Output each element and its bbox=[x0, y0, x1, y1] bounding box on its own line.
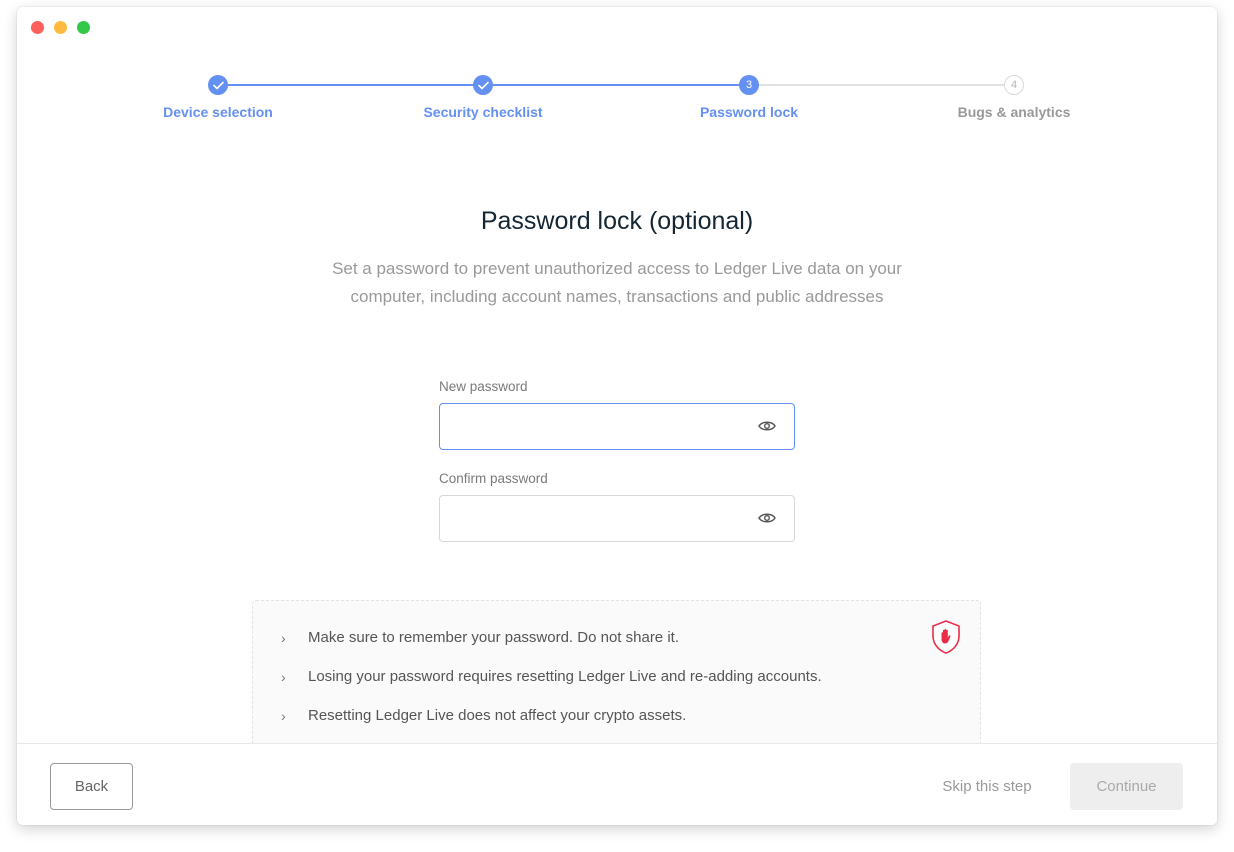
new-password-label: New password bbox=[439, 379, 528, 394]
step-4-marker: 4 bbox=[1004, 75, 1024, 95]
new-password-field bbox=[439, 403, 795, 450]
warning-item-3: › Resetting Ledger Live does not affect … bbox=[281, 707, 686, 724]
app-window: Device selection Security checklist 3 Pa… bbox=[17, 7, 1217, 825]
show-confirm-password-eye-icon[interactable] bbox=[758, 511, 776, 525]
minimize-window-button[interactable] bbox=[54, 21, 67, 34]
chevron-right-icon: › bbox=[281, 668, 286, 685]
footer-bar: Back Skip this step Continue bbox=[17, 743, 1217, 825]
warning-item-2: › Losing your password requires resettin… bbox=[281, 668, 822, 685]
step-1-label: Device selection bbox=[163, 104, 273, 120]
step-3-label: Password lock bbox=[699, 104, 799, 120]
chevron-right-icon: › bbox=[281, 629, 286, 646]
close-window-button[interactable] bbox=[31, 21, 44, 34]
chevron-right-icon: › bbox=[281, 707, 286, 724]
continue-button[interactable]: Continue bbox=[1070, 763, 1183, 810]
skip-step-button[interactable]: Skip this step bbox=[922, 763, 1052, 810]
description-line-2: computer, including account names, trans… bbox=[350, 287, 884, 306]
step-2-label: Security checklist bbox=[423, 104, 543, 120]
warning-text-3: Resetting Ledger Live does not affect yo… bbox=[308, 707, 687, 724]
maximize-window-button[interactable] bbox=[77, 21, 90, 34]
warning-item-1: › Make sure to remember your password. D… bbox=[281, 629, 679, 646]
page-title: Password lock (optional) bbox=[480, 207, 754, 235]
step-2-check-icon bbox=[473, 75, 493, 95]
step-3-marker: 3 bbox=[739, 75, 759, 95]
page-description: Set a password to prevent unauthorized a… bbox=[267, 255, 967, 311]
confirm-password-field bbox=[439, 495, 795, 542]
password-warning-box: › Make sure to remember your password. D… bbox=[252, 600, 981, 760]
confirm-password-input[interactable] bbox=[440, 496, 768, 541]
description-line-1: Set a password to prevent unauthorized a… bbox=[332, 259, 902, 278]
back-button[interactable]: Back bbox=[50, 763, 133, 810]
show-password-eye-icon[interactable] bbox=[758, 419, 776, 433]
new-password-input[interactable] bbox=[440, 404, 768, 449]
confirm-password-label: Confirm password bbox=[439, 471, 548, 486]
warning-text-2: Losing your password requires resetting … bbox=[308, 668, 822, 685]
stepper-remaining-line bbox=[750, 84, 1014, 86]
step-1-check-icon bbox=[208, 75, 228, 95]
shield-hand-icon bbox=[932, 620, 960, 654]
step-4-label: Bugs & analytics bbox=[957, 104, 1071, 120]
warning-text-1: Make sure to remember your password. Do … bbox=[308, 629, 679, 646]
